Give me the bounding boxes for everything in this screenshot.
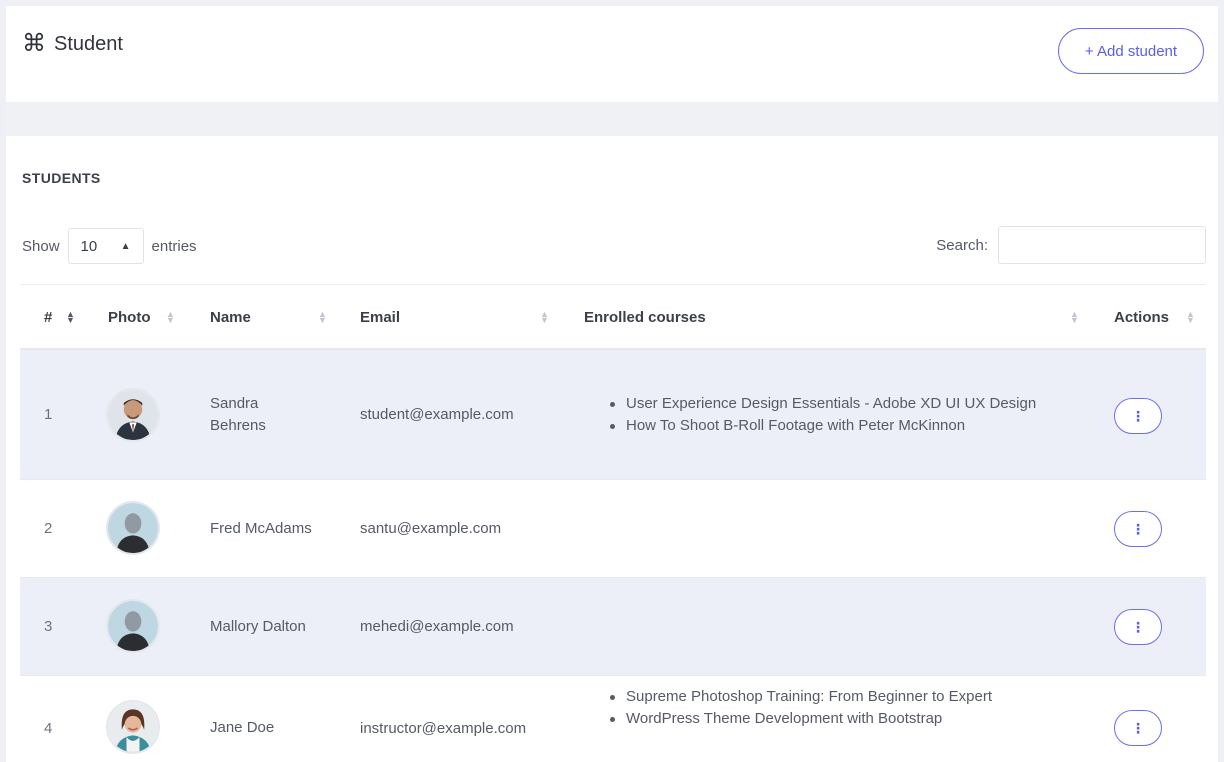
man-suit-photo [108,390,158,440]
table-header: # ▲ ▼ Photo ▲ ▼ Name ▲ ▼ Email ▲ ▼ Enrolled … [20,284,1206,350]
course-item: WordPress Theme Development with Bootstr… [606,708,992,730]
sort-icon[interactable]: ▲ ▼ [540,310,549,325]
course-item: How To Shoot B-Roll Footage with Peter M… [606,415,1036,437]
page-title-text: Student [54,32,123,55]
more-actions-button[interactable]: ⋮ [1114,710,1162,746]
woman-photo [108,702,158,752]
student-name: Mallory Dalton [210,617,306,635]
add-student-button[interactable]: + Add student [1058,28,1204,74]
table-row[interactable]: 2 Fred McAdams santu@example.com ⋮ [20,480,1206,578]
column-header-actions[interactable]: Actions [1114,285,1169,349]
row-number: 4 [44,719,53,737]
default-avatar [108,601,158,651]
table-row[interactable]: 4 Jane Doe instructor@example.com Suprem… [20,676,1206,762]
page-title: ⌘ Student [22,32,123,56]
student-email: santu@example.com [360,520,502,537]
enrolled-courses: Supreme Photoshop Training: From Beginne… [606,670,1066,746]
column-header-name[interactable]: Name [210,285,251,349]
more-actions-button[interactable]: ⋮ [1114,609,1162,645]
sort-icon[interactable]: ▲ ▼ [318,310,327,325]
student-email: instructor@example.com [360,719,527,737]
student-email: mehedi@example.com [360,618,514,635]
column-header-number[interactable]: # [44,285,52,349]
enrolled-courses: User Experience Design Essentials - Adob… [606,350,1066,479]
row-number: 2 [44,520,53,537]
search-input[interactable] [998,226,1206,264]
student-name: Sandra Behrens [210,350,350,479]
sort-updown-icon: ▲ [120,240,131,252]
entries-label: entries [151,237,197,255]
sort-icon[interactable]: ▲ ▼ [166,310,175,325]
sort-icon[interactable]: ▲ ▼ [1070,310,1079,325]
course-item: User Experience Design Essentials - Adob… [606,393,1036,415]
column-header-photo[interactable]: Photo [108,285,151,349]
more-vertical-icon: ⋮ [1131,618,1145,635]
header-divider-strip [6,102,1218,136]
avatar [106,501,160,555]
more-vertical-icon: ⋮ [1131,520,1145,537]
entries-select[interactable]: 10 ▲ [67,228,144,264]
section-heading: STUDENTS [22,170,101,186]
student-name: Fred McAdams [210,519,312,537]
more-vertical-icon: ⋮ [1131,719,1145,736]
avatar [106,700,160,754]
search-label: Search: [936,236,988,254]
sort-icon[interactable]: ▲ ▼ [66,310,75,325]
more-actions-button[interactable]: ⋮ [1114,398,1162,434]
search-control: Search: [936,226,1206,264]
row-number: 3 [44,618,53,635]
student-name: Jane Doe [210,719,275,736]
course-item: Supreme Photoshop Training: From Beginne… [606,686,992,708]
sort-icon[interactable]: ▲ ▼ [1186,310,1195,325]
course-list: User Experience Design Essentials - Adob… [606,393,1036,437]
page-header: ⌘ Student + Add student [6,6,1218,102]
table-row[interactable]: 3 Mallory Dalton mehedi@example.com ⋮ [20,578,1206,676]
students-card: STUDENTS Show 10 ▲ entries Search: # ▲ ▼ … [6,136,1218,762]
default-avatar [108,503,158,553]
course-list: Supreme Photoshop Training: From Beginne… [606,686,992,730]
avatar [106,388,160,442]
avatar [106,599,160,653]
table-row[interactable]: 1 Sandra Behrens student@example.com Use… [20,350,1206,480]
more-actions-button[interactable]: ⋮ [1114,511,1162,547]
student-name-text: Sandra Behrens [210,394,266,434]
student-email: student@example.com [360,406,514,423]
app-frame: ⌘ Student + Add student STUDENTS Show 10… [6,6,1218,762]
show-label: Show [22,237,60,255]
entries-select-value: 10 [80,237,98,255]
column-header-email[interactable]: Email [360,285,400,349]
more-vertical-icon: ⋮ [1131,407,1145,424]
entries-length-control: Show 10 ▲ entries [22,228,197,264]
command-icon: ⌘ [22,30,46,57]
row-number: 1 [44,406,53,423]
column-header-enrolled-courses[interactable]: Enrolled courses [584,285,706,349]
